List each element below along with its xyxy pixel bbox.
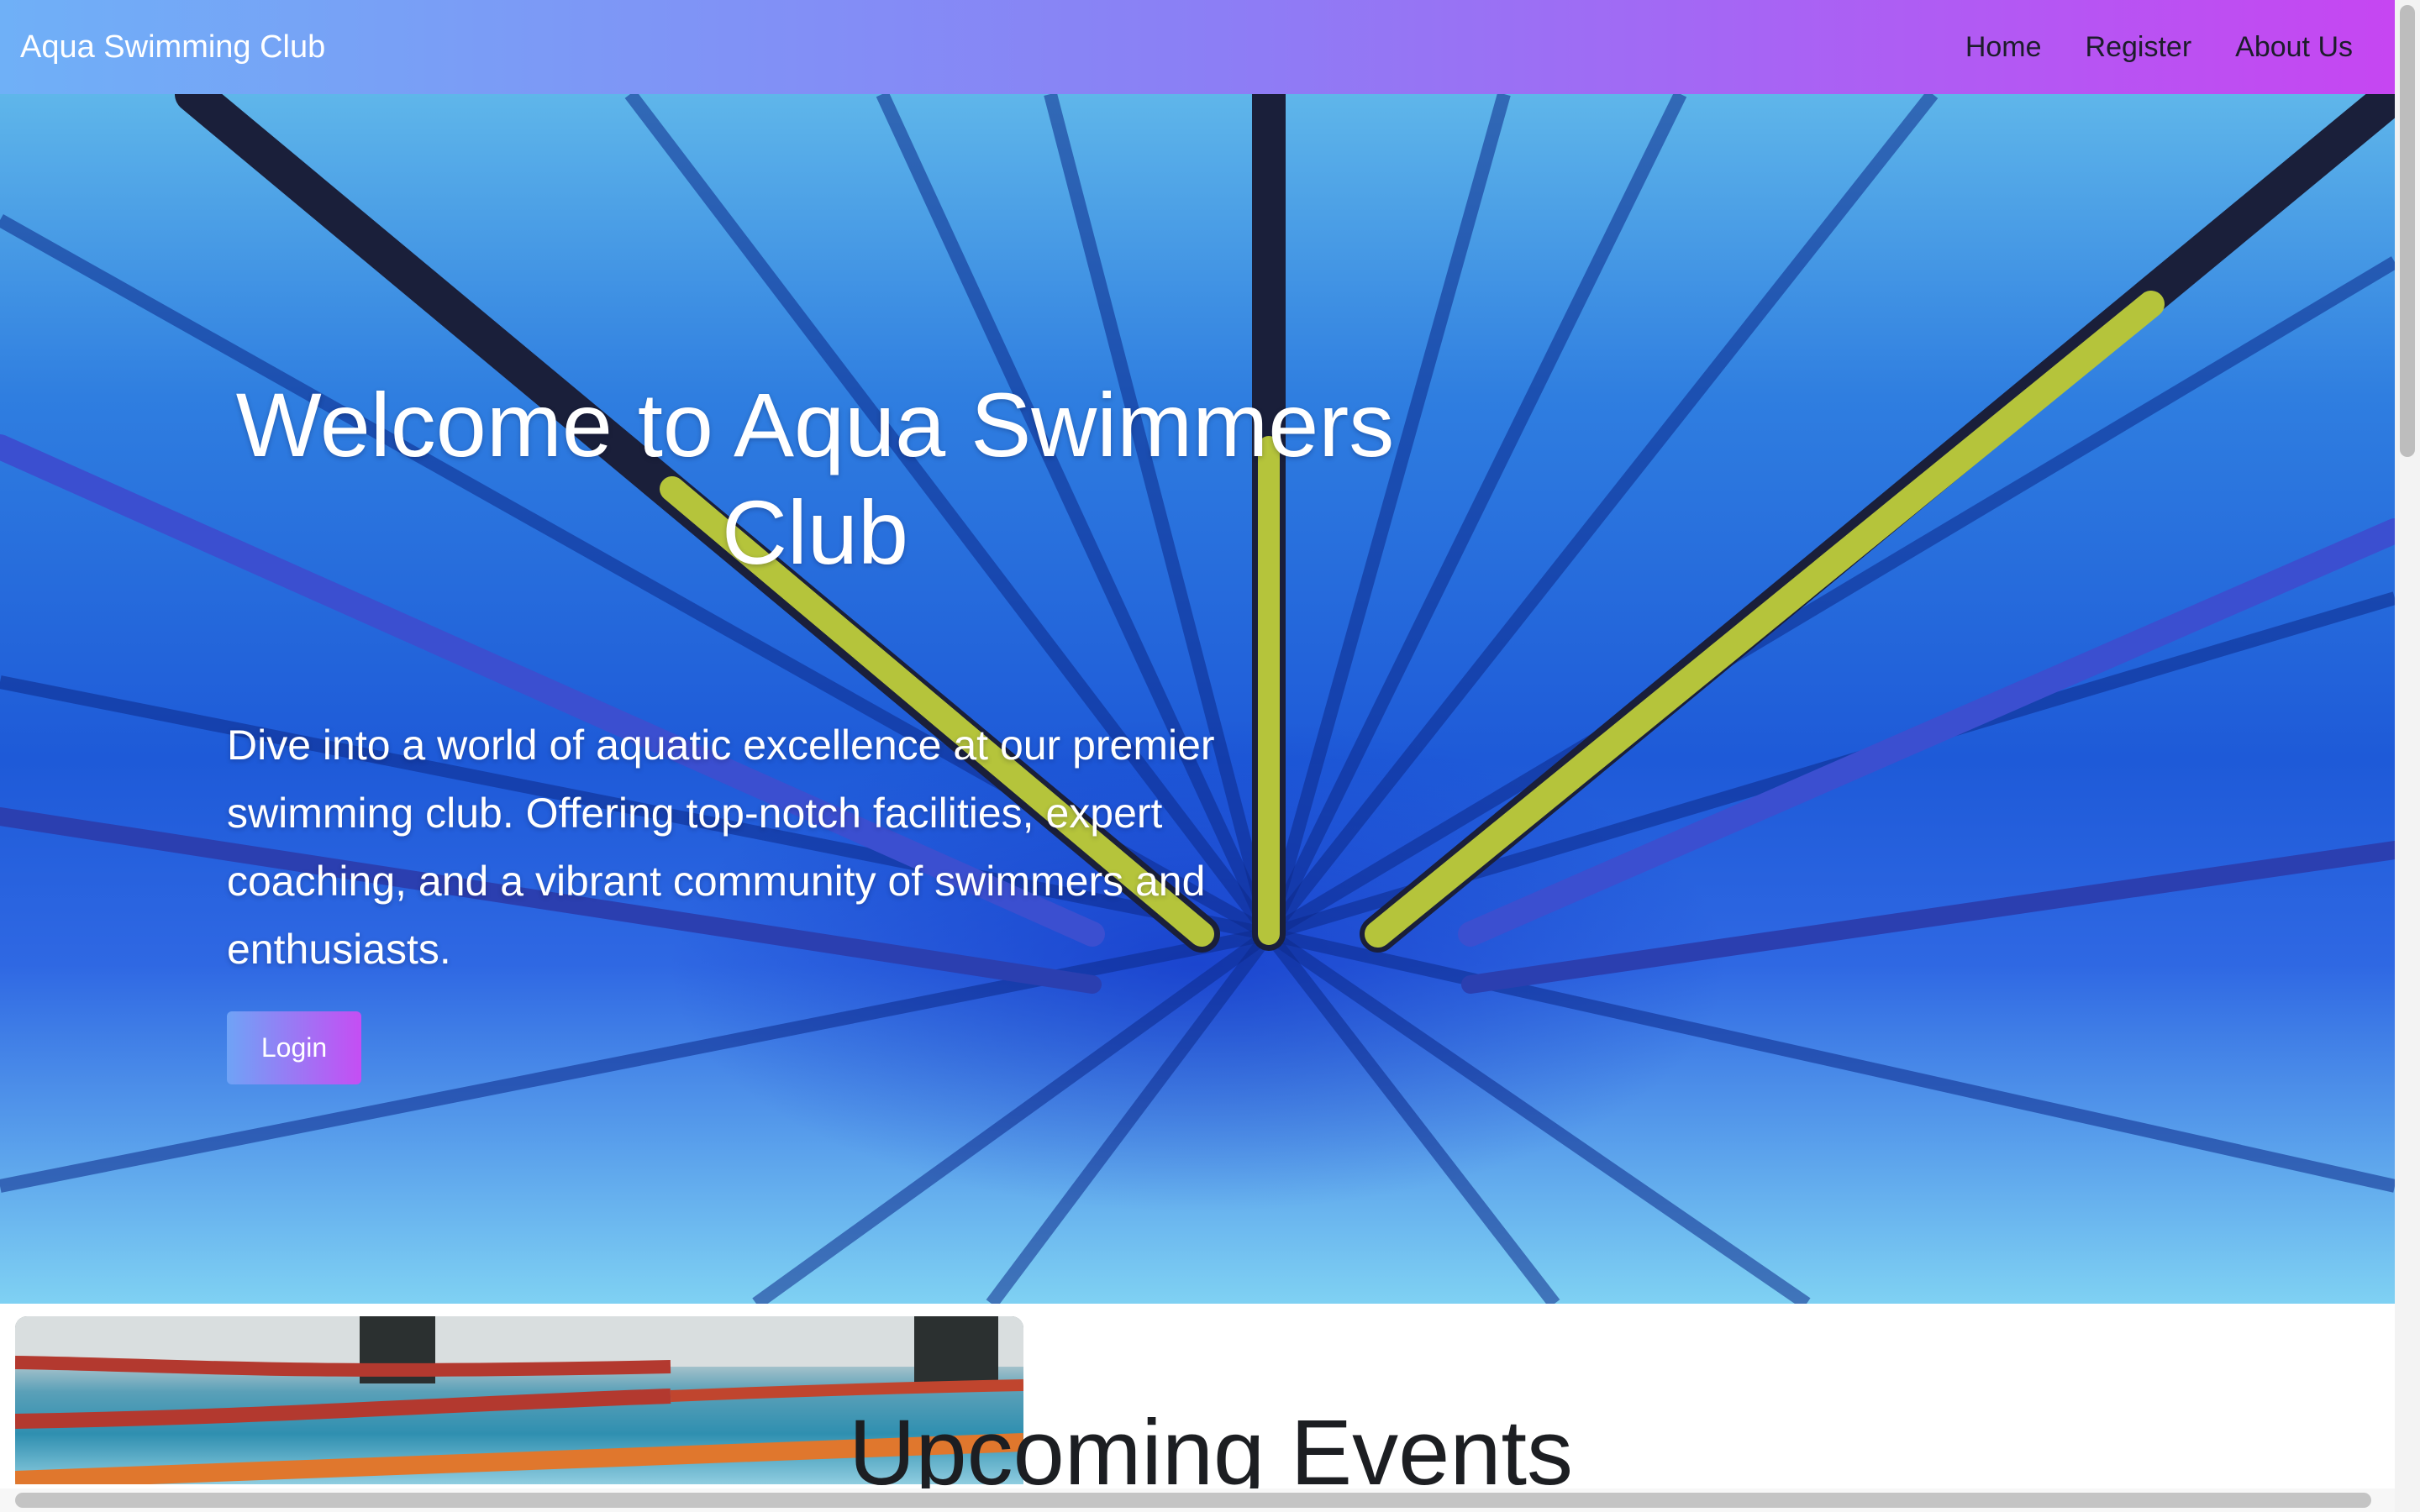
nav-register-link[interactable]: Register bbox=[2086, 25, 2192, 69]
nav-links: Home Register About Us bbox=[1965, 25, 2353, 69]
hero-description: Dive into a world of aquatic excellence … bbox=[227, 722, 1215, 973]
login-button[interactable]: Login bbox=[227, 1011, 361, 1084]
nav-about-link[interactable]: About Us bbox=[2235, 25, 2353, 69]
navbar: Aqua Swimming Club Home Register About U… bbox=[0, 0, 2395, 94]
hero-section: Welcome to Aqua Swimmers Club Dive into … bbox=[0, 94, 2395, 1304]
vertical-scrollbar-thumb[interactable] bbox=[2400, 5, 2415, 457]
horizontal-scrollbar-thumb[interactable] bbox=[15, 1493, 2371, 1508]
brand-logo-text[interactable]: Aqua Swimming Club bbox=[20, 25, 325, 69]
hero-title: Welcome to Aqua Swimmers Club bbox=[235, 374, 1395, 583]
nav-home-link[interactable]: Home bbox=[1965, 25, 2042, 69]
pool-background-image bbox=[0, 94, 2395, 1304]
